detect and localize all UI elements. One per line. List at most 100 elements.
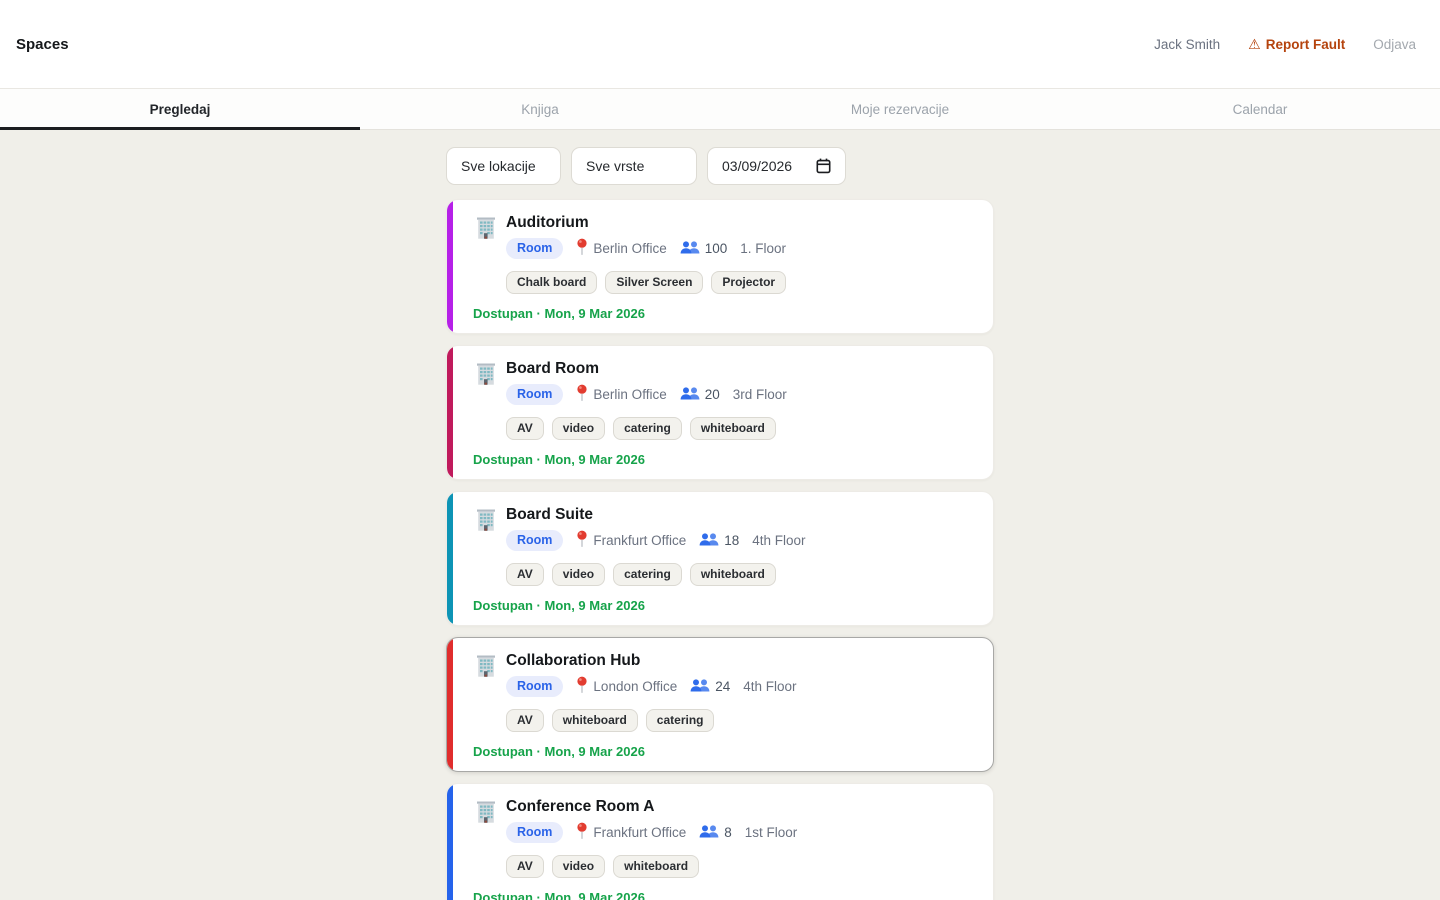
room-floor: 3rd Floor xyxy=(733,387,787,402)
room-card[interactable]: Auditorium Room Berlin Office 100 xyxy=(446,199,994,334)
filter-row: Sve lokacije Sve vrste 03/09/2026 xyxy=(446,147,994,185)
room-tag: video xyxy=(552,855,605,878)
room-location: Frankfurt Office xyxy=(593,825,686,840)
room-card[interactable]: Conference Room A Room Frankfurt Office … xyxy=(446,783,994,900)
room-card[interactable]: Board Suite Room Frankfurt Office 18 xyxy=(446,491,994,626)
room-status: Dostupan · Mon, 9 Mar 2026 xyxy=(473,452,973,467)
room-type-badge: Room xyxy=(506,676,563,697)
room-status: Dostupan · Mon, 9 Mar 2026 xyxy=(473,890,973,900)
room-type-badge: Room xyxy=(506,238,563,259)
room-tags: AV video whiteboard xyxy=(506,855,973,878)
room-tags: AV video catering whiteboard xyxy=(506,563,973,586)
room-tag: whiteboard xyxy=(613,855,699,878)
capacity-icon xyxy=(690,679,710,695)
room-accent-bar xyxy=(447,346,453,479)
room-tag: AV xyxy=(506,417,544,440)
app-title: Spaces xyxy=(16,36,69,53)
room-location: Berlin Office xyxy=(593,387,666,402)
building-icon xyxy=(473,215,499,241)
room-card[interactable]: Board Room Room Berlin Office 20 xyxy=(446,345,994,480)
location-filter-select[interactable]: Sve lokacije xyxy=(446,147,561,185)
location-pin-icon xyxy=(576,676,588,697)
tab-label: Moje rezervacije xyxy=(851,102,949,117)
room-tag: whiteboard xyxy=(690,563,776,586)
room-type-badge: Room xyxy=(506,530,563,551)
room-capacity: 20 xyxy=(705,387,720,402)
main-tabbar: Pregledaj Knjiga Moje rezervacije Calend… xyxy=(0,88,1440,130)
room-tag: Projector xyxy=(711,271,786,294)
type-filter-select[interactable]: Sve vrste xyxy=(571,147,697,185)
room-tag: AV xyxy=(506,563,544,586)
room-tags: AV video catering whiteboard xyxy=(506,417,973,440)
room-floor: 4th Floor xyxy=(743,679,796,694)
room-accent-bar xyxy=(447,200,453,333)
tab-label: Knjiga xyxy=(521,102,559,117)
tab-label: Pregledaj xyxy=(150,102,211,117)
room-list: Auditorium Room Berlin Office 100 xyxy=(446,199,994,900)
building-icon xyxy=(473,507,499,533)
app-header: Spaces Jack Smith ⚠ Report Fault Odjava xyxy=(0,0,1440,88)
capacity-icon xyxy=(680,241,700,257)
room-floor: 1st Floor xyxy=(745,825,798,840)
logout-link[interactable]: Odjava xyxy=(1373,37,1416,52)
room-floor: 4th Floor xyxy=(752,533,805,548)
room-tag: video xyxy=(552,563,605,586)
tab-calendar[interactable]: Calendar xyxy=(1080,89,1440,129)
building-icon xyxy=(473,653,499,679)
room-capacity: 18 xyxy=(724,533,739,548)
warning-icon: ⚠ xyxy=(1248,36,1261,53)
date-filter-value: 03/09/2026 xyxy=(722,158,792,174)
room-tag: Chalk board xyxy=(506,271,597,294)
report-fault-label: Report Fault xyxy=(1266,37,1346,52)
room-status: Dostupan · Mon, 9 Mar 2026 xyxy=(473,598,973,613)
room-tag: whiteboard xyxy=(552,709,638,732)
location-pin-icon xyxy=(576,822,588,843)
room-tags: AV whiteboard catering xyxy=(506,709,973,732)
capacity-icon xyxy=(699,825,719,841)
capacity-icon xyxy=(680,387,700,403)
room-tag: catering xyxy=(646,709,715,732)
room-name: Board Suite xyxy=(506,505,806,525)
tab-knjiga[interactable]: Knjiga xyxy=(360,89,720,129)
room-name: Collaboration Hub xyxy=(506,651,797,671)
room-floor: 1. Floor xyxy=(740,241,786,256)
room-capacity: 24 xyxy=(715,679,730,694)
report-fault-button[interactable]: ⚠ Report Fault xyxy=(1248,36,1345,53)
capacity-icon xyxy=(699,533,719,549)
room-accent-bar xyxy=(447,784,453,900)
calendar-icon[interactable] xyxy=(816,158,831,174)
room-tags: Chalk board Silver Screen Projector xyxy=(506,271,973,294)
date-filter-input[interactable]: 03/09/2026 xyxy=(707,147,846,185)
room-tag: whiteboard xyxy=(690,417,776,440)
room-type-badge: Room xyxy=(506,384,563,405)
room-name: Board Room xyxy=(506,359,787,379)
building-icon xyxy=(473,361,499,387)
room-status: Dostupan · Mon, 9 Mar 2026 xyxy=(473,306,973,321)
room-status: Dostupan · Mon, 9 Mar 2026 xyxy=(473,744,973,759)
room-location: Frankfurt Office xyxy=(593,533,686,548)
room-capacity: 8 xyxy=(724,825,732,840)
room-tag: video xyxy=(552,417,605,440)
location-pin-icon xyxy=(576,530,588,551)
room-accent-bar xyxy=(447,638,453,771)
location-pin-icon xyxy=(576,238,588,259)
location-filter-value: Sve lokacije xyxy=(461,158,536,174)
room-tag: AV xyxy=(506,855,544,878)
room-tag: AV xyxy=(506,709,544,732)
room-tag: catering xyxy=(613,563,682,586)
room-name: Conference Room A xyxy=(506,797,797,817)
main-content: Sve lokacije Sve vrste 03/09/2026 xyxy=(446,130,994,900)
room-tag: Silver Screen xyxy=(605,271,703,294)
room-location: London Office xyxy=(593,679,677,694)
tab-label: Calendar xyxy=(1233,102,1288,117)
room-accent-bar xyxy=(447,492,453,625)
tab-moje-rezervacije[interactable]: Moje rezervacije xyxy=(720,89,1080,129)
room-name: Auditorium xyxy=(506,213,786,233)
room-card[interactable]: Collaboration Hub Room London Office 24 xyxy=(446,637,994,772)
room-location: Berlin Office xyxy=(593,241,666,256)
room-type-badge: Room xyxy=(506,822,563,843)
tab-pregledaj[interactable]: Pregledaj xyxy=(0,89,360,129)
room-capacity: 100 xyxy=(705,241,728,256)
header-actions: Jack Smith ⚠ Report Fault Odjava xyxy=(1154,36,1416,53)
room-tag: catering xyxy=(613,417,682,440)
